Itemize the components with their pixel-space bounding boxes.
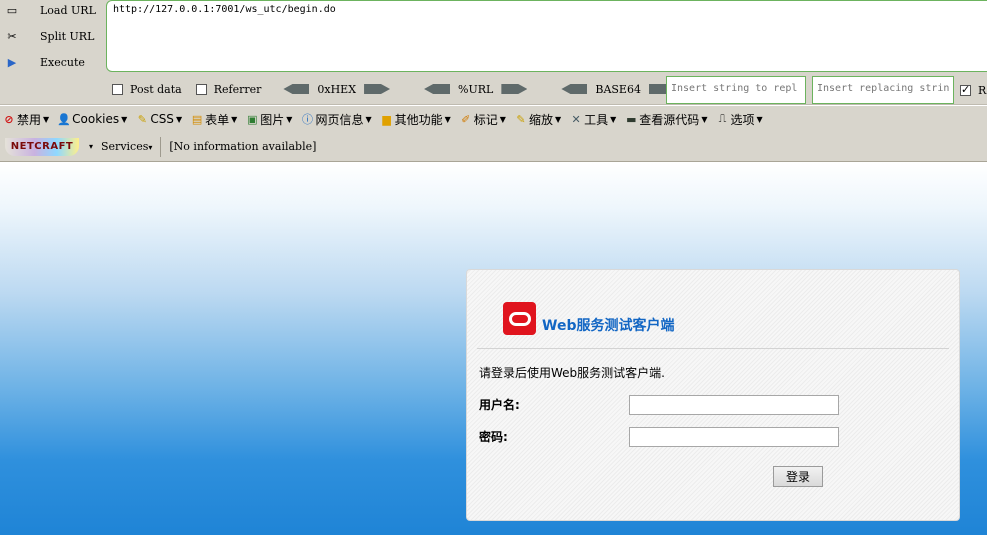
image-icon: ▣: [247, 112, 258, 126]
netcraft-logo[interactable]: NETCRAFT: [5, 137, 79, 156]
hackbar-options-row: Post data Referrer 0xHEX %URL BASE64: [112, 76, 701, 102]
page-background: Web服务测试客户端 请登录后使用Web服务测试客户端. 用户名: 密码: 登录: [0, 163, 987, 535]
url-textarea[interactable]: http://127.0.0.1:7001/ws_utc/begin.do: [106, 0, 987, 72]
chevron-down-icon[interactable]: ▾: [89, 142, 93, 151]
options-icon: ⎍: [718, 112, 727, 125]
menu-misc[interactable]: ▆ 其他功能 ▼: [380, 111, 451, 128]
replacing-string-input[interactable]: Insert replacing strin: [812, 76, 954, 104]
menu-view-source[interactable]: ▬ 查看源代码 ▼: [624, 111, 707, 128]
hex-encoder: 0xHEX: [275, 83, 398, 96]
username-label: 用户名:: [479, 398, 520, 412]
menu-tools[interactable]: ✕ 工具 ▼: [569, 111, 617, 128]
base64-label: BASE64: [595, 82, 641, 96]
user-icon: 👤: [57, 112, 72, 126]
load-url-button[interactable]: ▭ Load URL: [4, 0, 96, 20]
netcraft-toolbar: NETCRAFT ▾ Services▾ [No information ava…: [0, 132, 987, 162]
referrer-checkbox[interactable]: [195, 83, 207, 95]
chevron-down-icon: ▼: [231, 114, 238, 124]
divider: [477, 348, 949, 349]
menu-resize[interactable]: ✎ 缩放 ▼: [514, 111, 561, 128]
load-url-icon: ▭: [6, 3, 18, 17]
chevron-down-icon: ▼: [121, 114, 128, 124]
login-panel: Web服务测试客户端 请登录后使用Web服务测试客户端. 用户名: 密码: 登录: [466, 269, 960, 521]
menu-cookies[interactable]: 👤 Cookies ▼: [57, 112, 127, 126]
services-menu[interactable]: Services▾: [101, 140, 152, 153]
scissors-icon: ✂: [7, 29, 17, 43]
oracle-logo-icon: [503, 302, 536, 335]
source-icon: ▬: [626, 112, 637, 126]
url-encode-arrow-icon[interactable]: [501, 84, 528, 94]
chevron-down-icon: ▼: [756, 114, 763, 124]
base64-decode-arrow-icon[interactable]: [561, 84, 588, 94]
chevron-down-icon: ▼: [499, 114, 506, 124]
chevron-down-icon: ▼: [701, 114, 708, 124]
execute-button[interactable]: ▶ Execute: [4, 52, 85, 72]
info-icon: ⓘ: [301, 113, 313, 126]
ban-icon: ⊘: [4, 112, 14, 126]
chevron-down-icon: ▼: [365, 114, 372, 124]
url-enc-label: %URL: [458, 82, 494, 96]
url-encoder: %URL: [416, 83, 535, 96]
brand-header: Web服务测试客户端: [503, 302, 674, 335]
url-decode-arrow-icon[interactable]: [424, 84, 451, 94]
menu-forms[interactable]: ▤ 表单 ▼: [190, 111, 237, 128]
chevron-down-icon: ▼: [43, 114, 50, 124]
password-input[interactable]: [629, 427, 839, 447]
replace-option: R: [960, 83, 986, 97]
menu-outline[interactable]: ✐ 标记 ▼: [459, 111, 506, 128]
login-instruction: 请登录后使用Web服务测试客户端.: [479, 366, 665, 380]
pencil-icon: ✎: [137, 112, 147, 126]
menu-images[interactable]: ▣ 图片 ▼: [245, 111, 292, 128]
form-icon: ▤: [191, 112, 203, 126]
toolbar-divider: [160, 136, 162, 157]
site-info-text: [No information available]: [169, 140, 317, 153]
split-url-button[interactable]: ✂ Split URL: [4, 26, 94, 46]
login-button[interactable]: 登录: [773, 466, 823, 487]
chevron-down-icon: ▾: [148, 143, 153, 152]
post-data-checkbox[interactable]: [112, 83, 123, 95]
resize-icon: ✎: [516, 112, 526, 126]
web-developer-toolbar: ⊘ 禁用 ▼ 👤 Cookies ▼ ✎ CSS ▼ ▤ 表单 ▼ ▣ 图片 ▼ ⓘ 网页…: [0, 106, 987, 132]
hackbar-toolbar: ▭ Load URL ✂ Split URL ▶ Execute http://…: [0, 0, 987, 105]
menu-css[interactable]: ✎ CSS ▼: [135, 112, 182, 126]
username-input[interactable]: [629, 395, 839, 415]
chevron-down-icon: ▼: [286, 114, 293, 124]
chevron-down-icon: ▼: [175, 114, 183, 124]
chevron-down-icon: ▼: [554, 114, 562, 124]
hex-label: 0xHEX: [317, 82, 357, 96]
referrer-label: Referrer: [213, 82, 262, 96]
chevron-down-icon: ▼: [444, 114, 451, 124]
chevron-down-icon: ▼: [610, 114, 617, 124]
post-data-label: Post data: [130, 82, 182, 96]
password-label: 密码:: [479, 430, 508, 444]
play-icon: ▶: [7, 55, 17, 69]
page-title: Web服务测试客户端: [542, 317, 675, 334]
base64-encoder: BASE64: [553, 83, 683, 96]
hex-encode-arrow-icon[interactable]: [364, 84, 391, 94]
menu-page-info[interactable]: ⓘ 网页信息 ▼: [300, 111, 372, 128]
folder-icon: ▆: [382, 112, 391, 126]
replace-checkbox[interactable]: [960, 83, 971, 96]
menu-options[interactable]: ⎍ 选项 ▼: [715, 111, 763, 128]
menu-disable[interactable]: ⊘ 禁用 ▼: [2, 111, 49, 128]
tools-icon: ✕: [571, 112, 581, 126]
replace-string-input[interactable]: Insert string to repl: [666, 76, 806, 104]
hex-decode-arrow-icon[interactable]: [283, 84, 310, 94]
marker-icon: ✐: [461, 112, 471, 126]
